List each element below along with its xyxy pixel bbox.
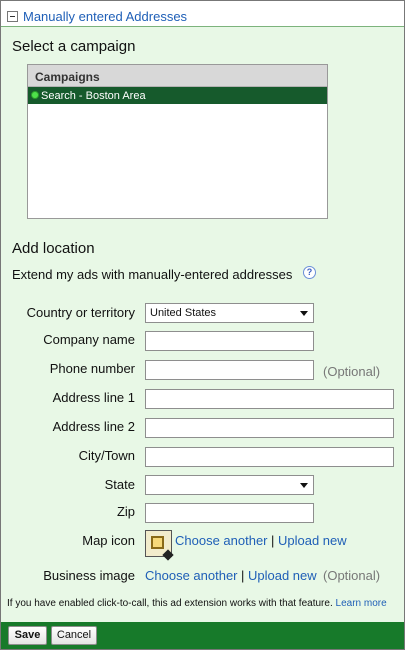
business-image-choose-another-link[interactable]: Choose another bbox=[145, 568, 238, 583]
address-line-1-label: Address line 1 bbox=[52, 390, 135, 405]
country-select-value: United States bbox=[150, 307, 217, 319]
learn-more-link[interactable]: Learn more bbox=[336, 598, 387, 609]
address-line-2-input[interactable] bbox=[145, 418, 394, 438]
cursor-arrow-icon bbox=[162, 549, 174, 561]
separator: | bbox=[271, 533, 275, 548]
save-button[interactable]: Save bbox=[8, 626, 47, 645]
phone-number-label: Phone number bbox=[49, 361, 135, 376]
campaign-item[interactable]: Search - Boston Area bbox=[28, 87, 327, 104]
zip-input[interactable] bbox=[145, 503, 314, 523]
dropdown-arrow-icon bbox=[300, 483, 308, 488]
business-image-label: Business image bbox=[43, 568, 135, 583]
status-dot-icon bbox=[31, 91, 39, 99]
map-marker-icon bbox=[145, 530, 174, 561]
map-icon-upload-new-link[interactable]: Upload new bbox=[278, 533, 347, 548]
city-input[interactable] bbox=[145, 447, 394, 467]
country-select[interactable]: United States bbox=[145, 303, 314, 323]
map-icon-label: Map icon bbox=[82, 533, 135, 548]
business-image-optional-note: (Optional) bbox=[323, 568, 381, 583]
map-marker-icon-frame bbox=[151, 536, 164, 549]
address-line-1-input[interactable] bbox=[145, 389, 394, 409]
action-bar: Save Cancel bbox=[1, 622, 404, 649]
add-location-heading: Add location bbox=[12, 240, 95, 257]
select-campaign-heading: Select a campaign bbox=[12, 38, 136, 55]
business-image-upload-new-link[interactable]: Upload new bbox=[248, 568, 317, 583]
company-name-input[interactable] bbox=[145, 331, 314, 351]
manual-addresses-panel: Manually entered Addresses Select a camp… bbox=[0, 0, 405, 650]
city-label: City/Town bbox=[78, 448, 135, 463]
click-to-call-footnote: If you have enabled click-to-call, this … bbox=[7, 598, 387, 609]
help-icon[interactable]: ? bbox=[303, 266, 316, 279]
phone-optional-note: (Optional) bbox=[323, 364, 381, 379]
separator: | bbox=[241, 568, 245, 583]
extend-ads-text: Extend my ads with manually-entered addr… bbox=[12, 267, 293, 282]
campaign-item-label: Search - Boston Area bbox=[41, 90, 146, 102]
collapse-icon[interactable] bbox=[7, 11, 18, 22]
campaign-list-header: Campaigns bbox=[28, 65, 327, 87]
panel-header: Manually entered Addresses bbox=[1, 1, 404, 27]
dropdown-arrow-icon bbox=[300, 311, 308, 316]
state-select[interactable] bbox=[145, 475, 314, 495]
map-icon-choose-another-link[interactable]: Choose another bbox=[175, 533, 268, 548]
cancel-button[interactable]: Cancel bbox=[51, 626, 97, 645]
zip-label: Zip bbox=[116, 504, 135, 519]
panel-title[interactable]: Manually entered Addresses bbox=[23, 9, 187, 24]
campaign-list: Campaigns Search - Boston Area bbox=[27, 64, 328, 219]
country-label: Country or territory bbox=[26, 305, 135, 320]
phone-number-input[interactable] bbox=[145, 360, 314, 380]
footnote-text: If you have enabled click-to-call, this … bbox=[7, 598, 333, 609]
address-line-2-label: Address line 2 bbox=[52, 419, 135, 434]
company-name-label: Company name bbox=[43, 332, 135, 347]
state-label: State bbox=[104, 477, 135, 492]
